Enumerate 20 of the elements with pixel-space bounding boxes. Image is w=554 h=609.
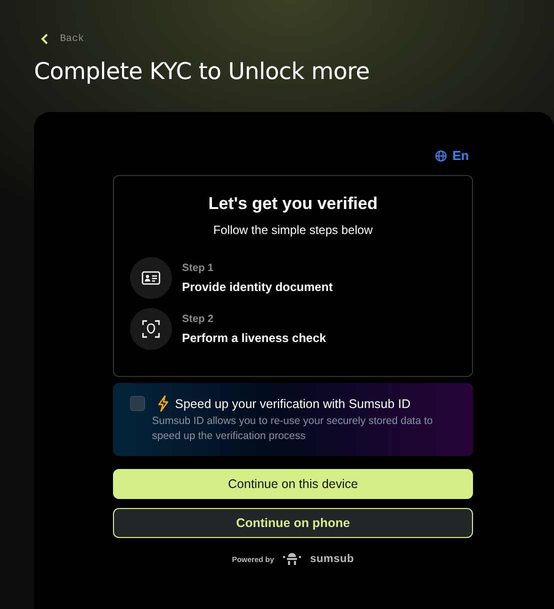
sumsub-id-title: Speed up your verification with Sumsub ID	[175, 396, 411, 410]
step-number: Step 1	[182, 262, 215, 274]
continue-device-button[interactable]: Continue on this device	[113, 469, 473, 499]
lightning-icon	[157, 395, 169, 412]
chevron-left-icon	[40, 33, 50, 45]
face-scan-icon	[141, 319, 161, 339]
back-link[interactable]: Back	[34, 33, 84, 45]
panel-subheading: Follow the simple steps below	[212, 223, 374, 237]
globe-icon	[435, 150, 448, 162]
logo-icon	[282, 552, 302, 566]
page-title: Complete KYC to Unlock more	[34, 59, 371, 85]
brand-name: sumsub	[310, 553, 354, 565]
checkbox[interactable]	[130, 396, 145, 411]
panel-heading: Let's get you verified	[207, 194, 379, 214]
step-label: Provide identity document	[182, 280, 333, 294]
sumsub-id-description: Sumsub ID allows you to re-use your securely stored data to speed up the verification process	[151, 414, 434, 444]
step-number: Step 2	[182, 313, 215, 325]
continue-phone-button[interactable]: Continue on phone	[113, 508, 473, 538]
step-label: Perform a liveness check	[182, 331, 326, 345]
language-button[interactable]: En	[431, 148, 473, 163]
